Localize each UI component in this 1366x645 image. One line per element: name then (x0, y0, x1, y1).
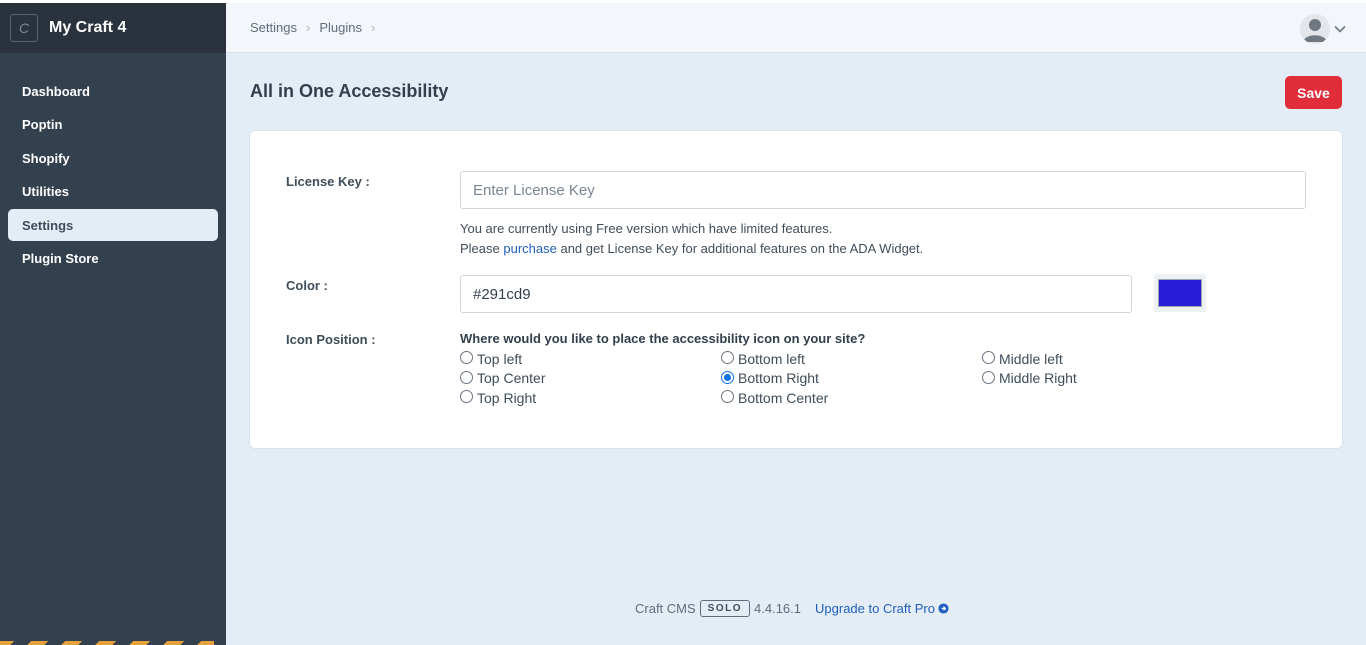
radio-button[interactable] (460, 390, 473, 404)
radio-button[interactable] (460, 370, 473, 384)
radio-button[interactable] (982, 370, 995, 384)
license-hint-line1: You are currently using Free version whi… (460, 221, 833, 236)
save-button[interactable]: Save (1285, 76, 1342, 109)
sidebar-item-label: Dashboard (22, 83, 90, 99)
radio-button[interactable] (982, 351, 995, 365)
color-swatch[interactable] (1158, 279, 1202, 307)
upgrade-link-label: Upgrade to Craft Pro (815, 601, 935, 616)
settings-card: License Key : You are currently using Fr… (250, 131, 1342, 448)
license-key-label: License Key : (286, 174, 370, 189)
purchase-link[interactable]: purchase (503, 241, 556, 256)
edition-badge: SOLO (699, 600, 751, 617)
footer: Craft CMS SOLO 4.4.16.1 Upgrade to Craft… (635, 600, 949, 617)
chevron-down-icon (1334, 25, 1346, 33)
sidebar-item-settings[interactable]: Settings (8, 209, 218, 241)
radio-option-bottom-left[interactable]: Bottom left (721, 349, 828, 369)
radio-label: Middle Right (999, 370, 1077, 387)
radio-button[interactable] (721, 390, 734, 404)
header-bar: Settings › Plugins › (226, 3, 1366, 53)
arrow-circle-right-icon (938, 603, 949, 614)
site-header: C My Craft 4 (0, 3, 226, 53)
sidebar-item-utilities[interactable]: Utilities (8, 175, 218, 207)
sidebar-item-label: Settings (22, 217, 74, 233)
radio-label: Bottom left (738, 350, 805, 367)
dev-mode-stripe (0, 641, 214, 645)
radio-option-top-left[interactable]: Top left (460, 349, 545, 369)
icon-position-label: Icon Position : (286, 332, 376, 347)
radio-group-bottom: Bottom left Bottom Right Bottom Center (721, 349, 828, 408)
breadcrumb-separator-icon: › (370, 20, 376, 35)
sidebar-item-plugin-store[interactable]: Plugin Store (8, 242, 218, 274)
license-hint-line2: Please purchase and get License Key for … (460, 241, 923, 256)
breadcrumb-settings[interactable]: Settings (250, 20, 297, 35)
breadcrumb: Settings › Plugins › (250, 20, 384, 35)
sidebar-item-dashboard[interactable]: Dashboard (8, 75, 218, 107)
sidebar-item-label: Shopify (22, 150, 70, 166)
radio-label: Bottom Center (738, 389, 829, 406)
sidebar-item-poptin[interactable]: Poptin (8, 108, 218, 140)
radio-group-top: Top left Top Center Top Right (460, 349, 545, 408)
radio-label: Bottom Right (738, 370, 819, 387)
radio-label: Top left (477, 350, 523, 367)
license-key-input[interactable] (460, 171, 1306, 209)
radio-label: Top Center (477, 370, 546, 387)
sidebar-item-label: Poptin (22, 116, 63, 132)
sidebar-item-shopify[interactable]: Shopify (8, 142, 218, 174)
color-label: Color : (286, 278, 328, 293)
user-silhouette-icon (1300, 14, 1330, 44)
upgrade-link[interactable]: Upgrade to Craft Pro (815, 601, 949, 616)
radio-button-selected[interactable] (721, 370, 734, 384)
breadcrumb-plugins[interactable]: Plugins (319, 20, 362, 35)
page-title: All in One Accessibility (250, 81, 449, 101)
license-hint-prefix: Please (460, 241, 504, 256)
sidebar-item-label: Plugin Store (22, 250, 99, 266)
radio-label: Top Right (477, 389, 537, 406)
color-picker[interactable] (1154, 274, 1206, 312)
radio-option-bottom-center[interactable]: Bottom Center (721, 388, 828, 408)
radio-option-bottom-right[interactable]: Bottom Right (721, 369, 828, 389)
radio-button[interactable] (721, 351, 734, 365)
radio-option-middle-right[interactable]: Middle Right (982, 369, 1077, 389)
radio-option-top-center[interactable]: Top Center (460, 369, 545, 389)
license-hint-suffix: and get License Key for additional featu… (556, 241, 924, 256)
user-menu[interactable] (1300, 14, 1346, 44)
radio-group-middle: Middle left Middle Right (982, 349, 1077, 388)
product-name: Craft CMS (635, 601, 696, 616)
site-name[interactable]: My Craft 4 (49, 19, 126, 37)
breadcrumb-separator-icon: › (305, 20, 311, 35)
radio-option-top-right[interactable]: Top Right (460, 388, 545, 408)
version-number: 4.4.16.1 (754, 601, 802, 616)
icon-position-question: Where would you like to place the access… (460, 331, 866, 346)
radio-option-middle-left[interactable]: Middle left (982, 349, 1077, 369)
radio-label: Middle left (999, 350, 1063, 367)
color-hex-input[interactable] (460, 275, 1132, 313)
sidebar: C My Craft 4 Dashboard Poptin Shopify Ut… (0, 3, 226, 645)
radio-button[interactable] (460, 351, 473, 365)
sidebar-item-label: Utilities (22, 183, 69, 199)
site-icon[interactable]: C (10, 14, 38, 42)
